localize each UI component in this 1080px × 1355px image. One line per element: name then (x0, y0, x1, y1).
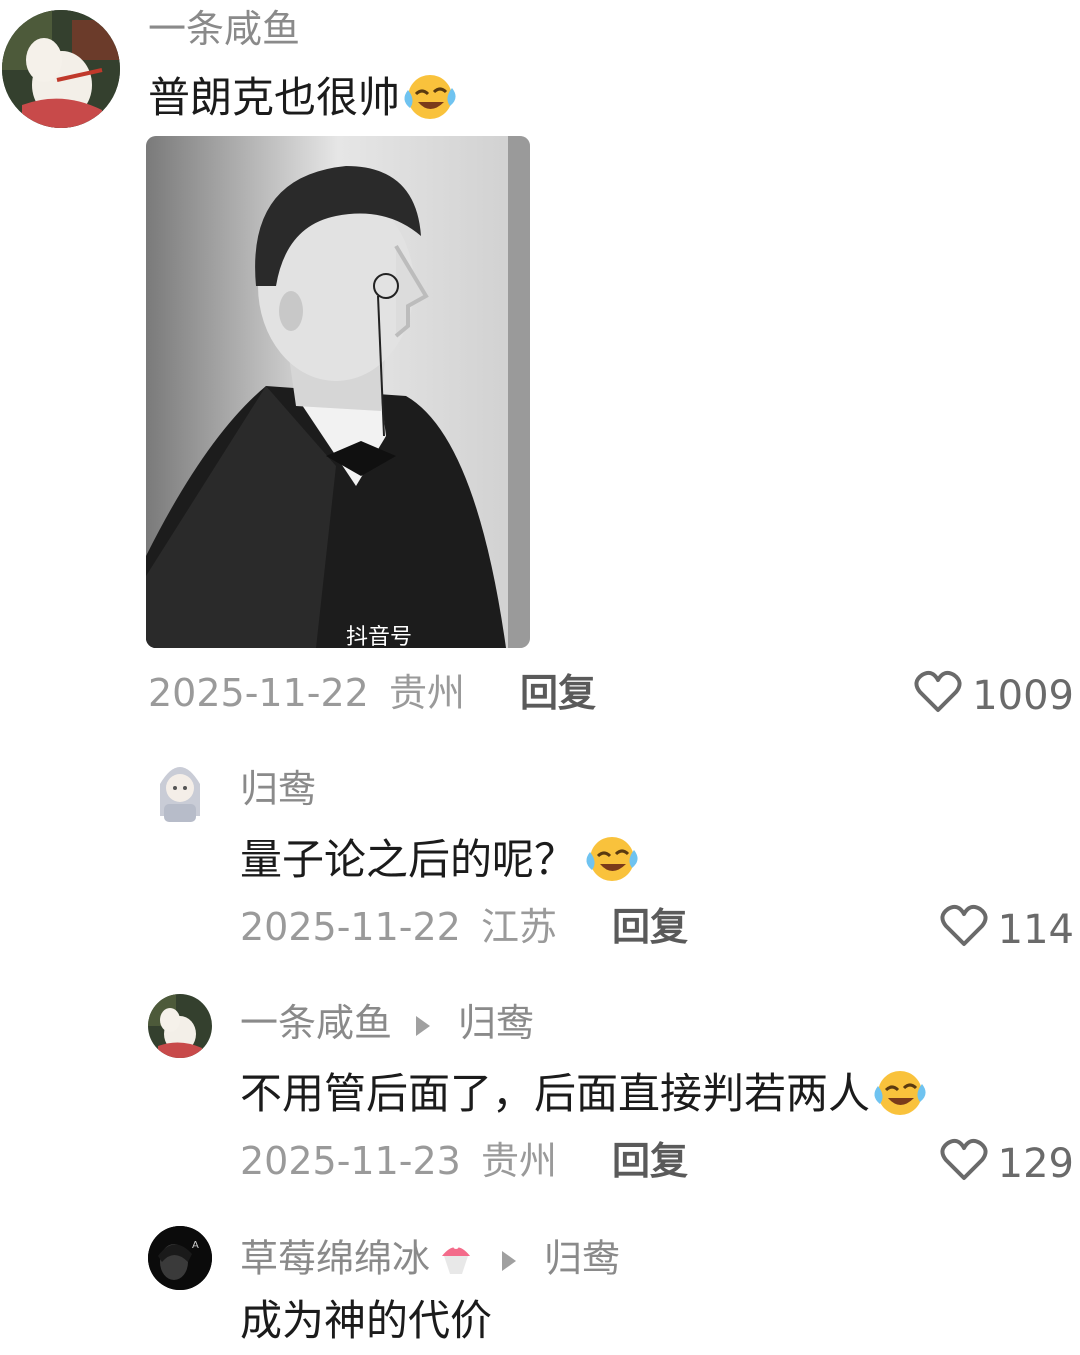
username-line: 一条咸鱼 归鸯 (240, 1004, 534, 1042)
svg-text:A: A (192, 1240, 199, 1251)
heart-icon (914, 670, 962, 721)
comment-text: 普朗克也很帅 (148, 72, 458, 129)
image-watermark: 抖音号 (346, 625, 412, 648)
reply-button[interactable]: 回复 (612, 1142, 688, 1180)
username[interactable]: 一条咸鱼 (240, 1001, 392, 1045)
avatar[interactable] (148, 994, 212, 1058)
username[interactable]: 归鸯 (240, 770, 316, 808)
like-count: 114 (997, 906, 1074, 953)
comment-text-body: 成为神的代价 (240, 1296, 493, 1345)
like-button[interactable]: 129 (940, 1138, 1074, 1189)
shaved-ice-emoji-icon (434, 1236, 478, 1286)
laughing-crying-emoji-icon (400, 72, 458, 129)
like-button[interactable]: 1009 (914, 670, 1074, 721)
reply-button[interactable]: 回复 (520, 674, 596, 712)
reply-arrow-icon (502, 1251, 517, 1271)
comment-date: 2025-11-22 (148, 671, 369, 715)
username[interactable]: 草莓绵绵冰 (240, 1237, 430, 1281)
like-count: 1009 (972, 672, 1074, 719)
avatar[interactable]: A (148, 1226, 212, 1290)
avatar[interactable] (150, 754, 210, 826)
reply-target-username[interactable]: 归鸯 (544, 1237, 620, 1281)
comment-text-body: 量子论之后的呢？ (240, 835, 577, 884)
laughing-crying-emoji-icon (582, 834, 640, 891)
comment-meta: 2025-11-22 江苏 (240, 908, 557, 946)
reply-arrow-icon (416, 1015, 431, 1036)
username[interactable]: 一条咸鱼 (148, 10, 300, 48)
laughing-crying-emoji-icon (870, 1068, 928, 1125)
comment-date: 2025-11-23 (240, 1139, 461, 1183)
comment-meta: 2025-11-22 贵州 (148, 674, 465, 712)
comment-location: 贵州 (480, 1139, 557, 1183)
heart-icon (940, 904, 988, 955)
avatar[interactable] (2, 10, 120, 128)
comment-location: 贵州 (388, 671, 465, 715)
comment-text-body: 不用管后面了，后面直接判若两人 (240, 1069, 871, 1118)
comment-image[interactable]: 抖音号 (146, 136, 530, 648)
comment-location: 江苏 (480, 905, 557, 949)
comment-text: 量子论之后的呢？ (240, 834, 640, 891)
comment-meta: 2025-11-23 贵州 (240, 1142, 557, 1180)
comment-text: 不用管后面了，后面直接判若两人 (240, 1068, 928, 1125)
like-count: 129 (997, 1140, 1074, 1187)
heart-icon (940, 1138, 988, 1189)
comment-text-body: 普朗克也很帅 (148, 73, 401, 122)
like-button[interactable]: 114 (940, 904, 1074, 955)
username-line: 草莓绵绵冰 归鸯 (240, 1236, 620, 1286)
comment-text: 成为神的代价 (240, 1300, 492, 1342)
comment-date: 2025-11-22 (240, 905, 461, 949)
reply-button[interactable]: 回复 (612, 908, 688, 946)
reply-target-username[interactable]: 归鸯 (458, 1001, 534, 1045)
